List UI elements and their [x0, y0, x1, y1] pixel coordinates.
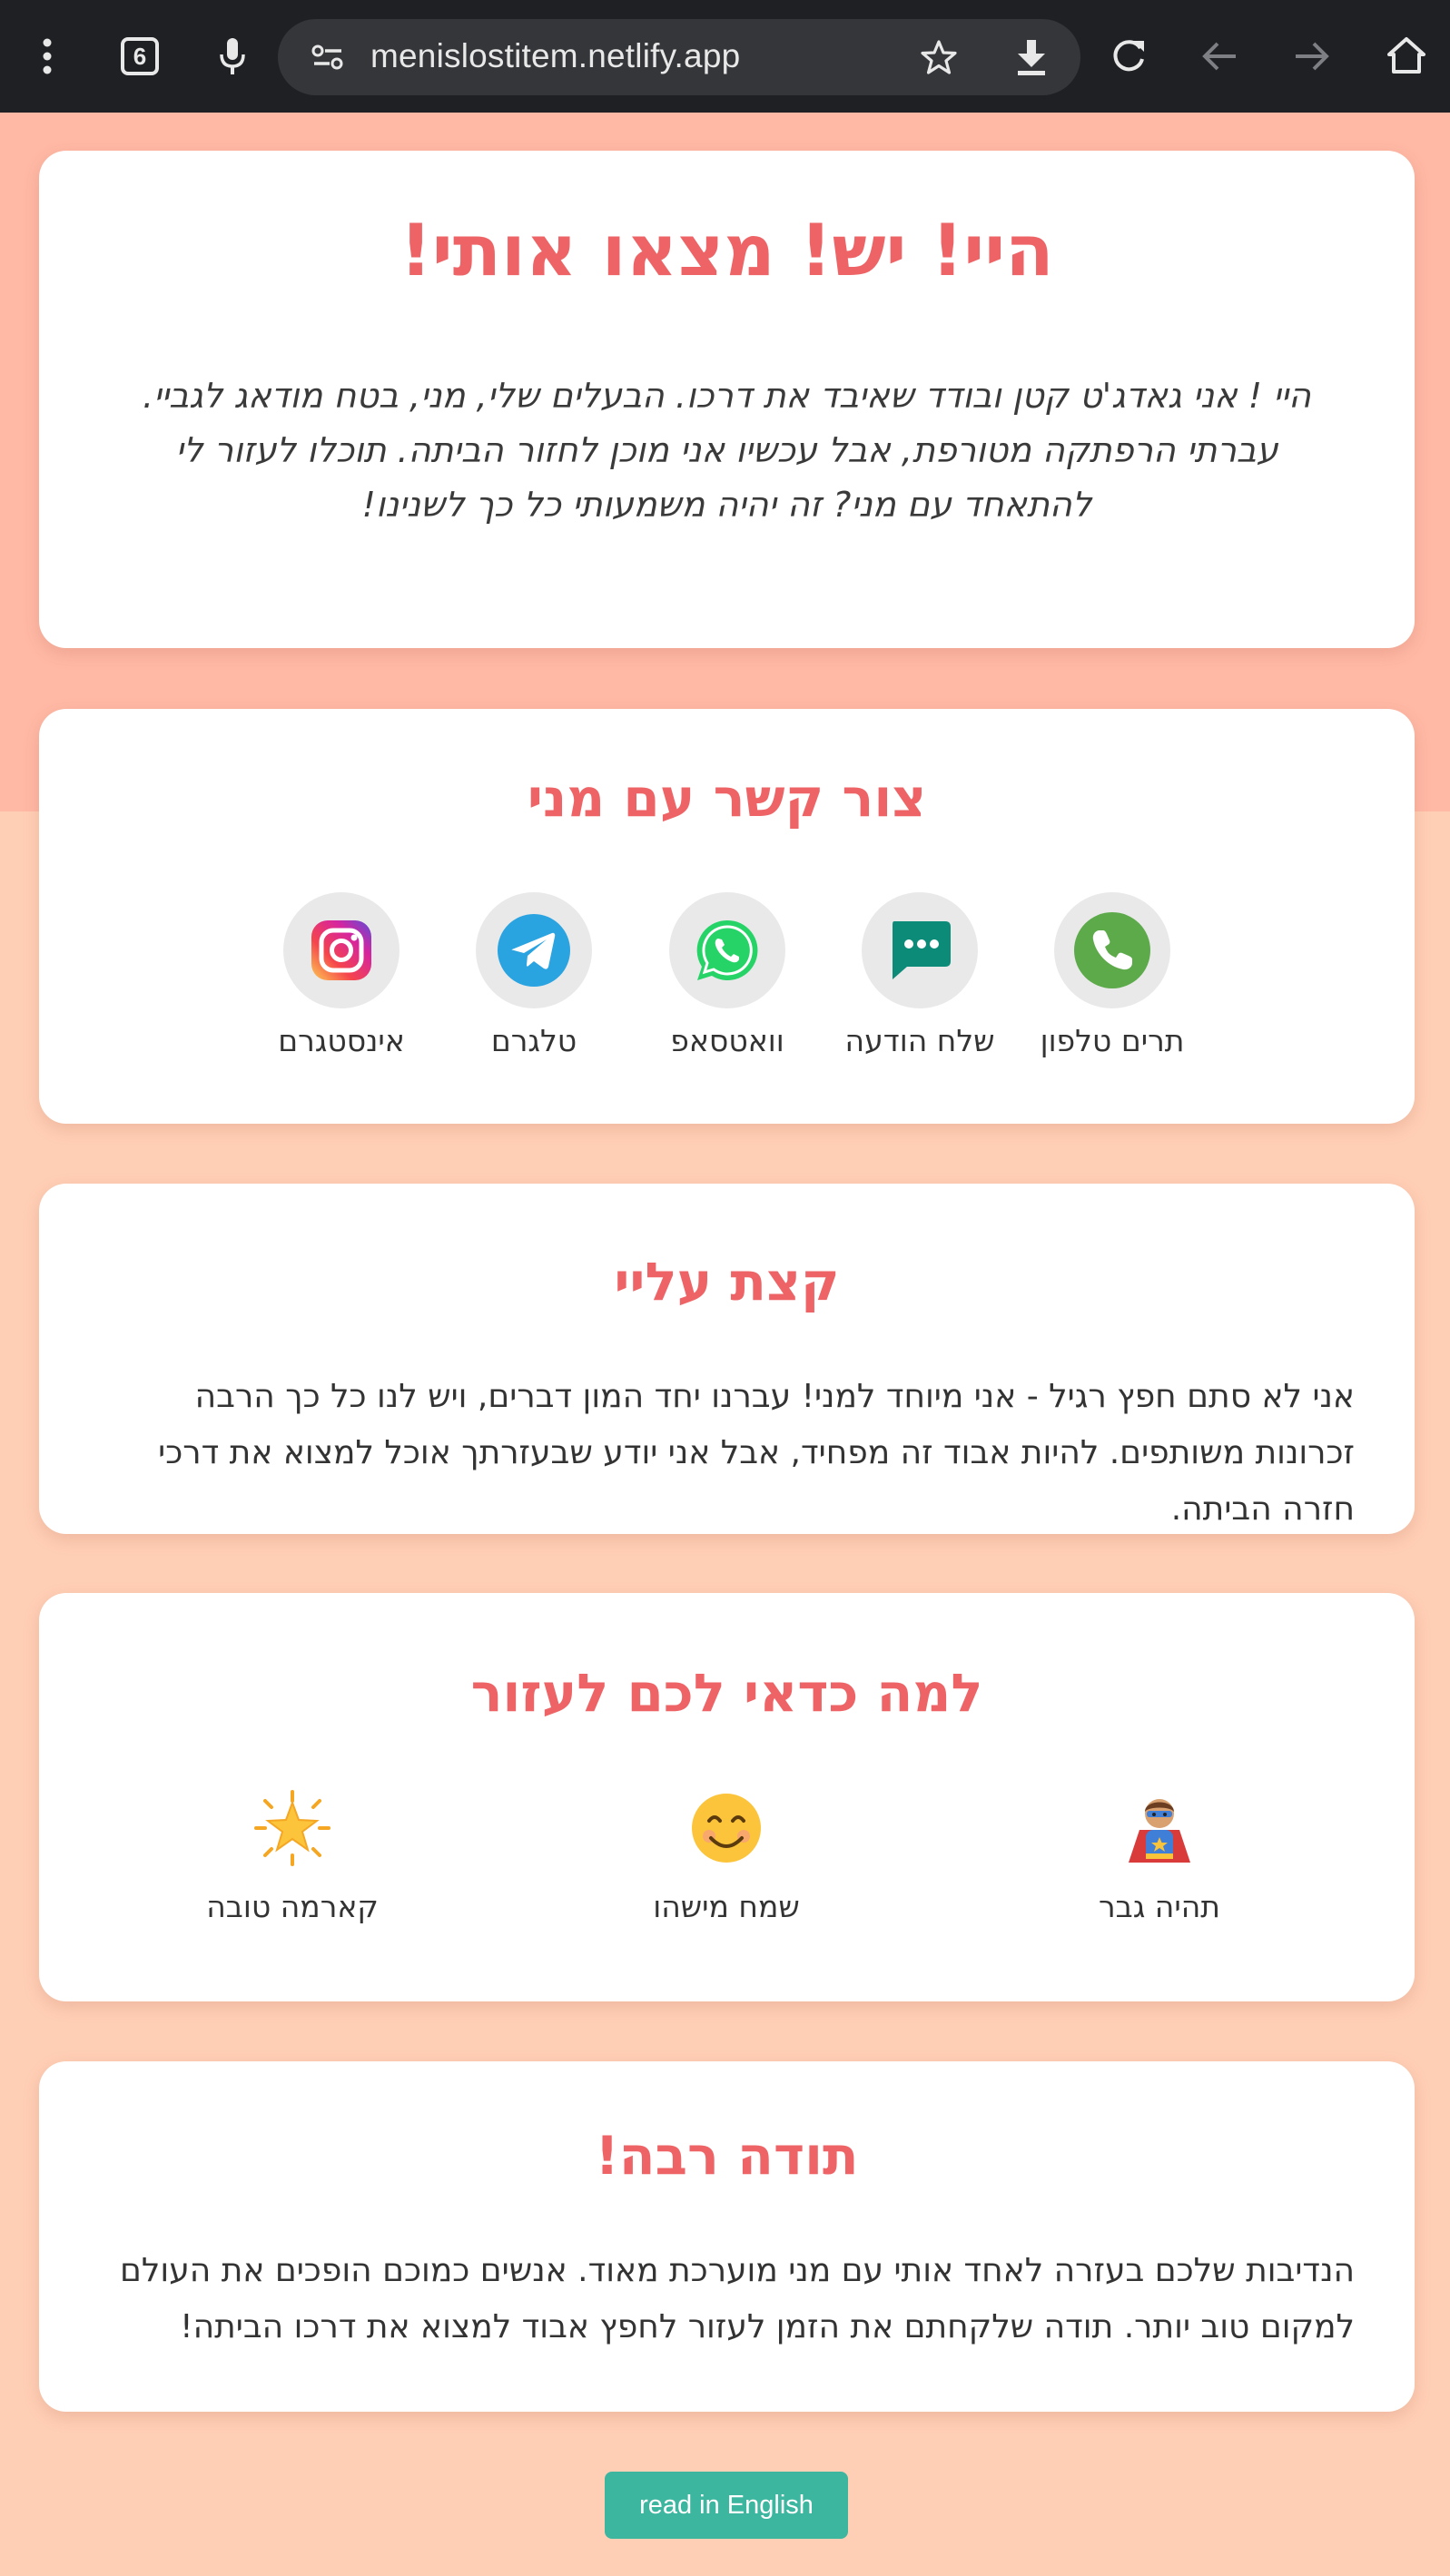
- instagram-icon: [311, 920, 371, 980]
- telegram-button[interactable]: [476, 892, 592, 1008]
- reason-good-karma: קארמה טובה: [156, 1787, 429, 1924]
- star-icon[interactable]: [919, 37, 959, 77]
- glowing-star-icon: [252, 1787, 333, 1869]
- contact-whatsapp[interactable]: וואטסאפ: [636, 892, 818, 1058]
- browser-toolbar: 6 menislostitem.netlify.app: [0, 0, 1450, 113]
- contact-instagram[interactable]: אינסטגרם: [251, 892, 432, 1058]
- thanks-title: תודה רבה!: [595, 2125, 859, 2187]
- superhero-icon: [1119, 1787, 1200, 1869]
- tab-count: 6: [121, 37, 159, 75]
- reason-label: תהיה גבר: [1099, 1889, 1220, 1924]
- contact-phone[interactable]: תרים טלפון: [1021, 892, 1203, 1058]
- phone-button[interactable]: [1054, 892, 1170, 1008]
- contact-label-whatsapp: וואטסאפ: [670, 1023, 784, 1058]
- why-card: למה כדאי לכם לעזור תהיה גבר שמח מישהו קא…: [39, 1593, 1415, 2001]
- home-icon[interactable]: [1382, 31, 1431, 80]
- message-icon: [893, 921, 951, 979]
- contact-card: צור קשר עם מני תרים טלפון שלח הודעה וואט…: [39, 709, 1415, 1124]
- address-bar[interactable]: menislostitem.netlify.app: [278, 19, 1080, 95]
- site-info-icon[interactable]: [309, 39, 347, 75]
- download-icon[interactable]: [1011, 35, 1051, 79]
- contact-label-telegram: טלגרם: [490, 1023, 577, 1058]
- about-text: אני לא סתם חפץ רגיל - אני מיוחד למני! עב…: [158, 1378, 1355, 1528]
- page-title: היי! יש! מצאו אותי!: [399, 211, 1054, 292]
- contact-options: תרים טלפון שלח הודעה וואטסאפ טלגרם אינסט…: [39, 892, 1415, 1074]
- smiling-face-icon: [686, 1787, 767, 1869]
- microphone-icon[interactable]: [205, 31, 260, 82]
- contact-telegram[interactable]: טלגרם: [443, 892, 625, 1058]
- reason-label: קארמה טובה: [206, 1889, 379, 1924]
- reload-icon[interactable]: [1106, 33, 1151, 80]
- message-button[interactable]: [862, 892, 978, 1008]
- contact-sms[interactable]: שלח הודעה: [829, 892, 1011, 1058]
- reason-make-happy: שמח מישהו: [590, 1787, 863, 1924]
- menu-icon[interactable]: [20, 31, 74, 82]
- instagram-button[interactable]: [283, 892, 399, 1008]
- thanks-card: תודה רבה! הנדיבות שלכם בעזרה לאחד אותי ע…: [39, 2061, 1415, 2412]
- forward-icon[interactable]: [1289, 33, 1335, 80]
- reason-label: שמח מישהו: [653, 1889, 800, 1924]
- intro-text: היי ! אני גאדג'ט קטן ובודד שאיבד את דרכו…: [143, 376, 1311, 525]
- whatsapp-button[interactable]: [669, 892, 785, 1008]
- why-title: למה כדאי לכם לעזור: [470, 1662, 983, 1724]
- telegram-icon: [498, 914, 570, 987]
- whatsapp-icon: [696, 919, 758, 980]
- read-in-english-button[interactable]: read in English: [605, 2472, 848, 2539]
- tabs-icon[interactable]: 6: [113, 33, 167, 80]
- phone-icon: [1074, 912, 1150, 988]
- reason-be-a-man: תהיה גבר: [1023, 1787, 1296, 1924]
- hero-card: היי! יש! מצאו אותי! היי ! אני גאדג'ט קטן…: [39, 151, 1415, 648]
- url-text[interactable]: menislostitem.netlify.app: [370, 37, 740, 75]
- back-icon[interactable]: [1197, 33, 1242, 80]
- contact-label-sms: שלח הודעה: [844, 1023, 995, 1058]
- about-title: קצת עליי: [614, 1251, 840, 1313]
- contact-title: צור קשר עם מני: [527, 767, 927, 829]
- thanks-text: הנדיבות שלכם בעזרה לאחד אותי עם מני מוער…: [120, 2252, 1355, 2345]
- about-card: קצת עליי אני לא סתם חפץ רגיל - אני מיוחד…: [39, 1184, 1415, 1534]
- contact-label-instagram: אינסטגרם: [278, 1023, 405, 1058]
- contact-label-phone: תרים טלפון: [1040, 1023, 1185, 1058]
